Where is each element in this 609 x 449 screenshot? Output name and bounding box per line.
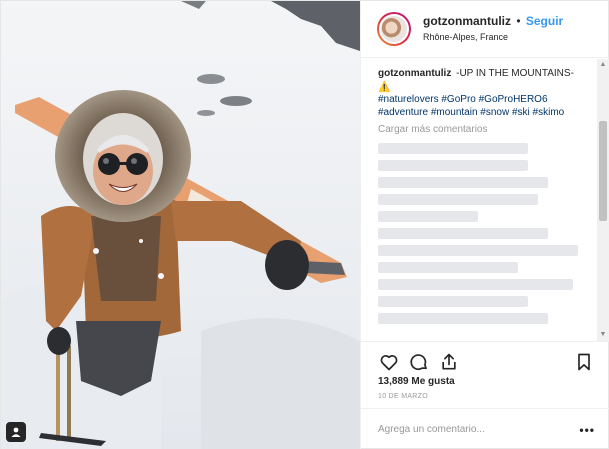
- comments-area: gotzonmantuliz -UP IN THE MOUNTAINS- ⚠️ …: [361, 59, 599, 341]
- share-button[interactable]: [438, 351, 460, 373]
- like-button[interactable]: [378, 351, 400, 373]
- post-sidebar: gotzonmantuliz • Seguir Rhône-Alpes, Fra…: [360, 1, 609, 449]
- blurred-comment-row: [378, 160, 528, 171]
- avatar[interactable]: [377, 12, 411, 46]
- follow-button[interactable]: Seguir: [526, 14, 563, 28]
- post-header: gotzonmantuliz • Seguir Rhône-Alpes, Fra…: [361, 1, 609, 58]
- comment-button[interactable]: [408, 351, 430, 373]
- skier-selfie-illustration: [1, 1, 360, 449]
- instagram-post: gotzonmantuliz • Seguir Rhône-Alpes, Fra…: [0, 0, 609, 449]
- blurred-comment-row: [378, 313, 548, 324]
- post-date[interactable]: 10 DE MARZO: [378, 393, 428, 400]
- share-icon: [442, 353, 456, 369]
- caption-hashtags[interactable]: #naturelovers #GoPro #GoProHERO6 #advent…: [378, 94, 564, 118]
- caption-username[interactable]: gotzonmantuliz: [378, 68, 451, 79]
- blurred-comment-row: [378, 194, 538, 205]
- header-username[interactable]: gotzonmantuliz: [423, 14, 511, 28]
- add-comment-section: •••: [361, 408, 609, 449]
- header-row: gotzonmantuliz • Seguir: [423, 14, 563, 28]
- user-tag-icon: [11, 427, 21, 437]
- load-more-comments-button[interactable]: Cargar más comentarios: [378, 124, 583, 135]
- user-tag-button[interactable]: [6, 422, 26, 442]
- blurred-comment-row: [378, 245, 578, 256]
- comment-input[interactable]: [378, 424, 580, 435]
- blurred-comment-row: [378, 211, 478, 222]
- warning-icon: ⚠️: [378, 81, 391, 93]
- caption-text: -UP IN THE MOUNTAINS-: [456, 68, 574, 79]
- scrollbar-thumb[interactable]: [599, 121, 607, 221]
- location-link[interactable]: Rhône-Alpes, France: [423, 30, 563, 44]
- blurred-comment-row: [378, 143, 528, 154]
- heart-icon: [380, 354, 398, 370]
- blurred-comment-row: [378, 262, 518, 273]
- more-options-icon[interactable]: •••: [579, 423, 595, 437]
- header-text: gotzonmantuliz • Seguir Rhône-Alpes, Fra…: [423, 14, 563, 44]
- blurred-comments: [378, 143, 583, 324]
- post-photo[interactable]: [1, 1, 360, 449]
- likes-count[interactable]: 13,889 Me gusta: [378, 376, 455, 387]
- scroll-down-arrow-icon[interactable]: ▼: [597, 329, 609, 341]
- save-button[interactable]: [573, 351, 595, 373]
- scroll-up-arrow-icon[interactable]: ▲: [597, 59, 609, 71]
- blurred-comment-row: [378, 296, 528, 307]
- blurred-comment-row: [378, 228, 548, 239]
- bookmark-icon: [578, 353, 590, 370]
- blurred-comment-row: [378, 177, 548, 188]
- blurred-comment-row: [378, 279, 573, 290]
- comments-scrollbar[interactable]: ▲ ▼: [597, 59, 609, 341]
- separator-dot: •: [516, 14, 521, 28]
- caption: gotzonmantuliz -UP IN THE MOUNTAINS- ⚠️ …: [378, 68, 583, 119]
- comment-icon: [410, 353, 427, 370]
- action-bar: [361, 341, 609, 375]
- avatar-image: [379, 14, 409, 44]
